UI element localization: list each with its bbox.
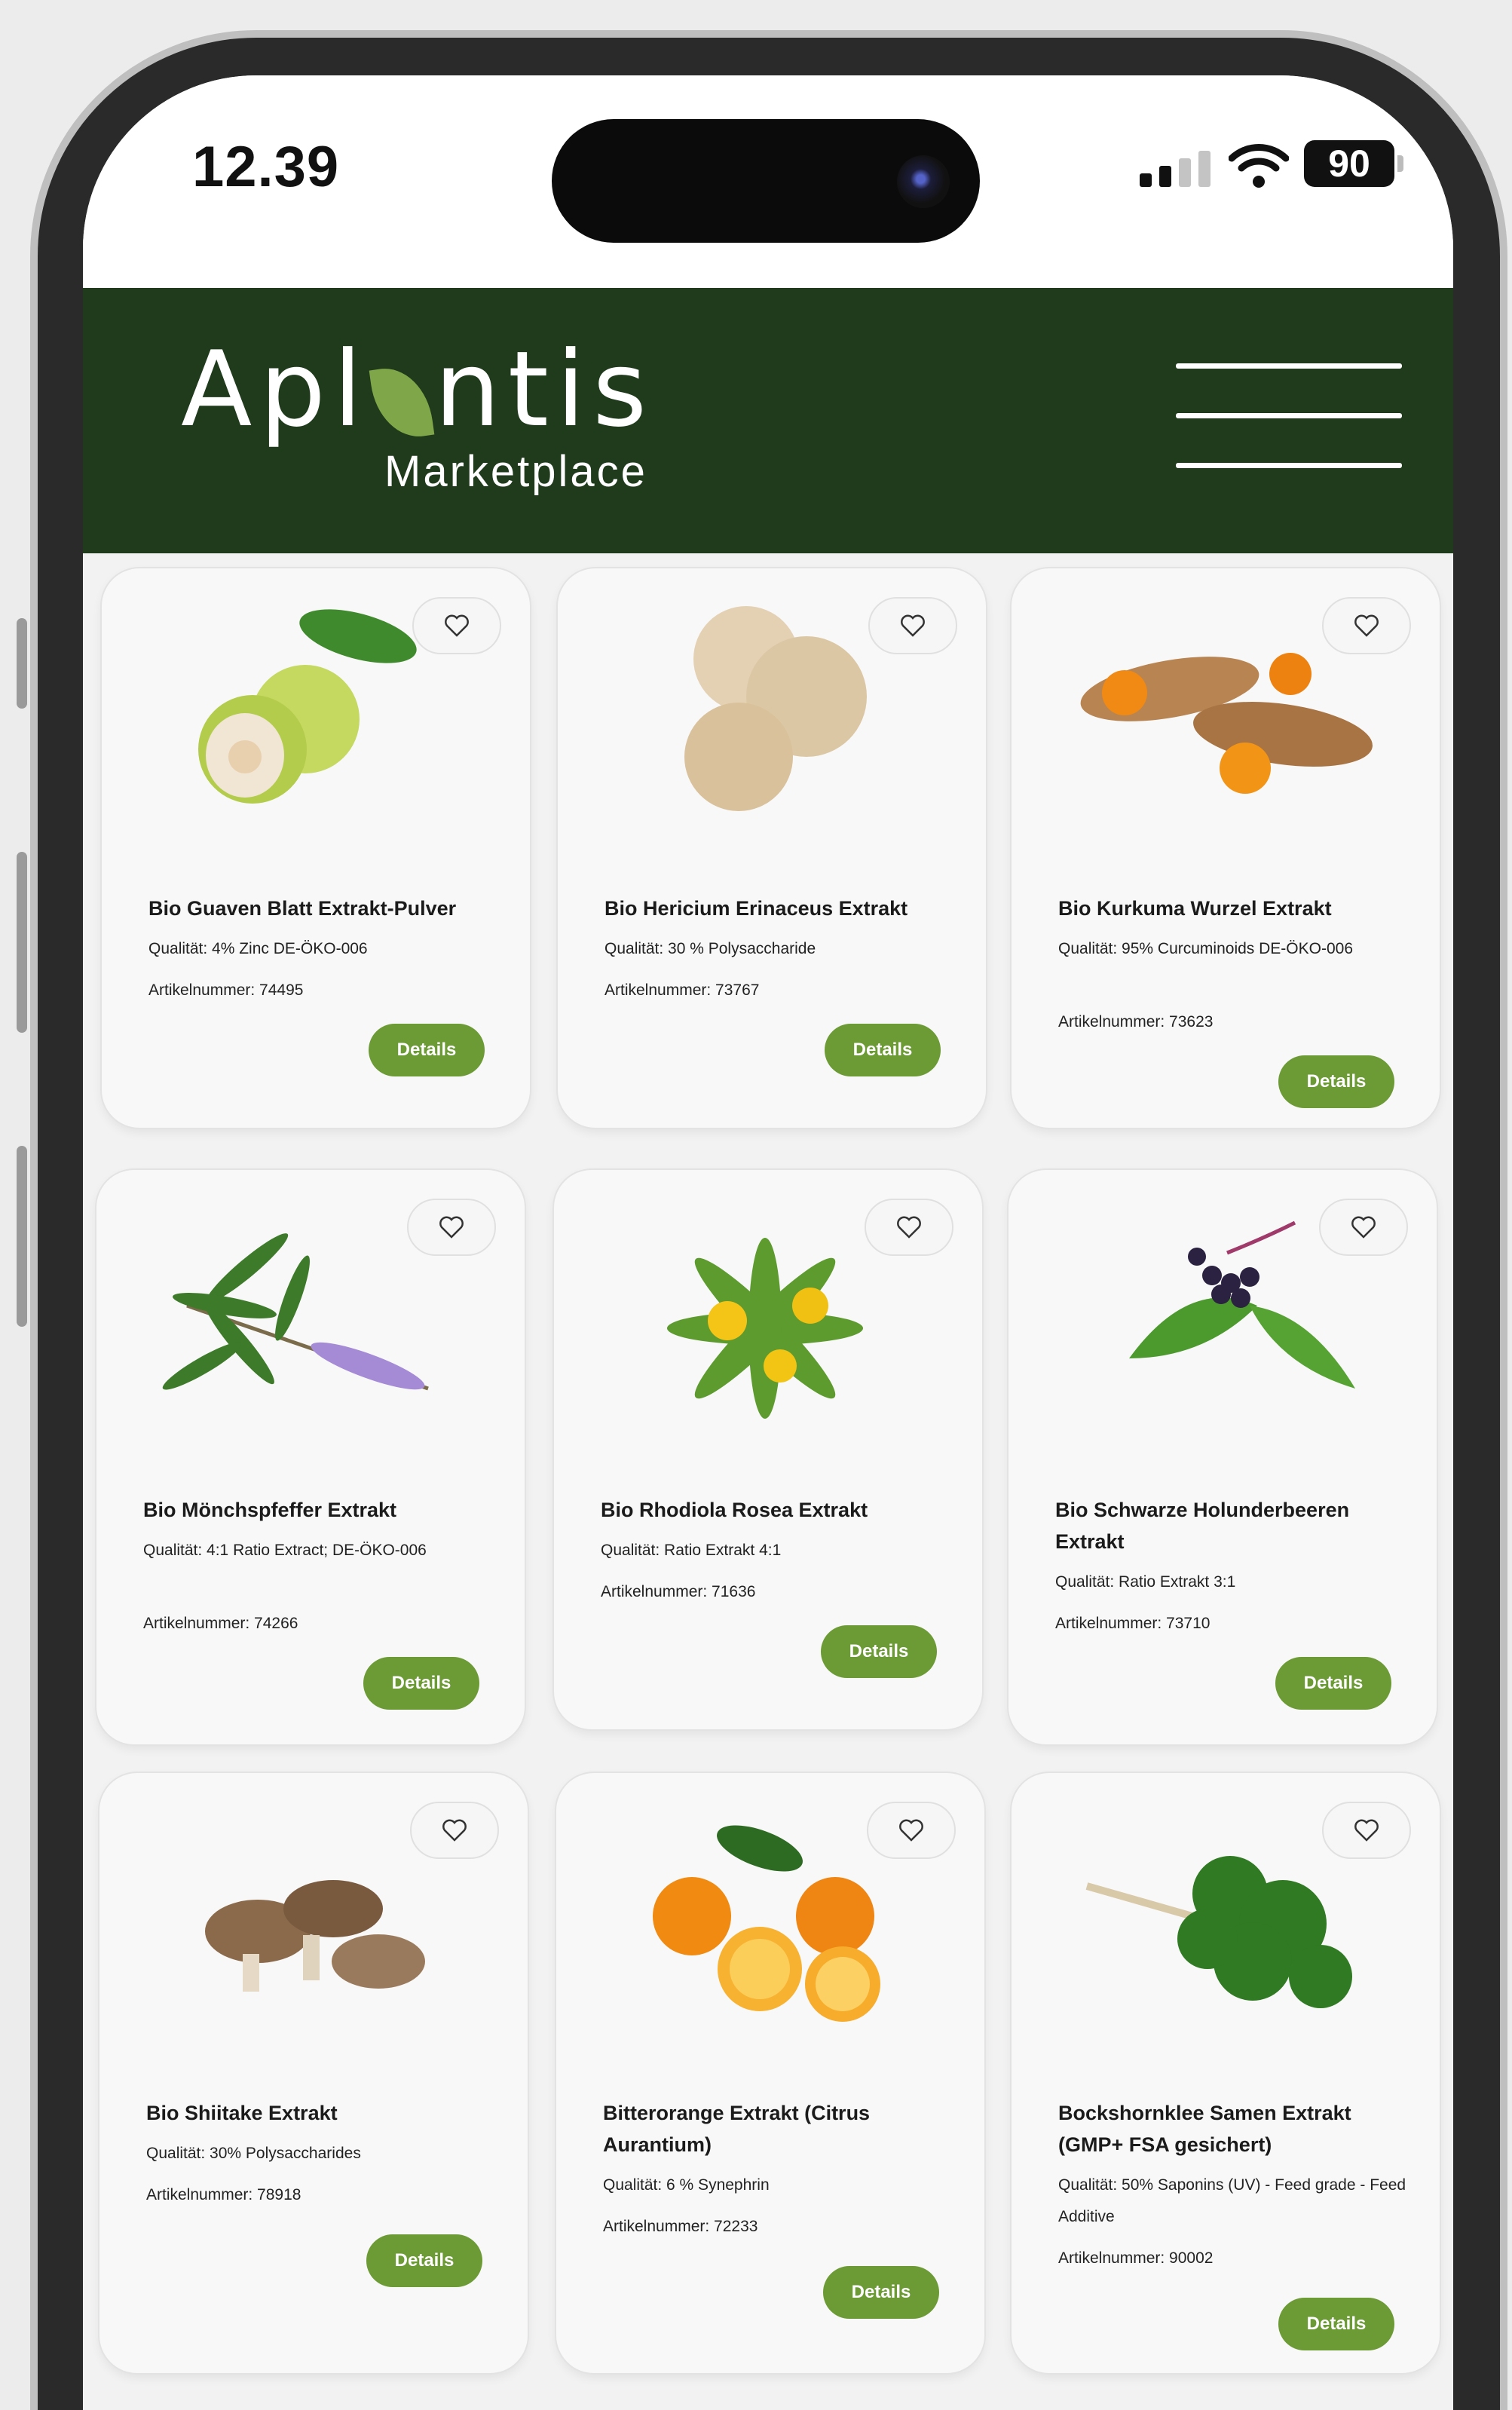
turmeric-image <box>1080 653 1373 794</box>
product-article-number: Artikelnummer: 73767 <box>604 981 760 999</box>
bitter-orange-image <box>653 1825 880 2022</box>
hericium-mushroom-image <box>684 606 867 811</box>
product-card[interactable]: Bio Shiitake Extrakt Qualität: 30% Polys… <box>99 1773 528 2373</box>
guava-image <box>198 609 417 804</box>
product-card[interactable]: Bio Mönchspfeffer Extrakt Qualität: 4:1 … <box>96 1170 525 1744</box>
product-name[interactable]: Bio Rhodiola Rosea Extrakt <box>601 1494 947 1526</box>
phone-side-button <box>17 618 27 709</box>
product-article-number: Artikelnummer: 73623 <box>1058 1013 1214 1030</box>
product-name[interactable]: Bio Schwarze Holunderbeeren Extrakt <box>1055 1494 1402 1557</box>
battery-indicator: 90 <box>1304 140 1394 187</box>
details-button[interactable]: Details <box>363 1657 479 1710</box>
product-quality: Qualität: 50% Saponins (UV) - Feed grade… <box>1058 2176 1406 2225</box>
leaf-icon <box>369 363 435 442</box>
status-bar: 12.39 90 <box>83 75 1453 288</box>
wifi-icon <box>1229 144 1289 188</box>
camera-icon <box>897 155 950 208</box>
menu-line-icon <box>1176 363 1402 369</box>
chaste-tree-image <box>162 1233 429 1391</box>
product-name[interactable]: Bio Mönchspfeffer Extrakt <box>143 1494 490 1526</box>
product-quality: Qualität: 30% Polysaccharides <box>146 2145 361 2162</box>
screen: 12.39 90 Apl ntis Marketplace Bio Guaven… <box>83 75 1453 2410</box>
site-header: Apl ntis Marketplace <box>83 288 1453 553</box>
product-card[interactable]: Bio Schwarze Holunderbeeren Extrakt Qual… <box>1009 1170 1437 1744</box>
details-button[interactable]: Details <box>1278 2298 1394 2350</box>
product-card[interactable]: Bio Hericium Erinaceus Extrakt Qualität:… <box>558 568 986 1128</box>
status-time: 12.39 <box>192 135 340 199</box>
product-quality: Qualität: 95% Curcuminoids DE-ÖKO-006 <box>1058 940 1353 957</box>
details-button[interactable]: Details <box>1275 1657 1391 1710</box>
logo-prefix: Apl <box>181 329 370 450</box>
details-button[interactable]: Details <box>825 1024 941 1076</box>
rhodiola-image <box>667 1238 863 1419</box>
menu-line-icon <box>1176 463 1402 468</box>
hamburger-menu-button[interactable] <box>1176 363 1402 476</box>
product-article-number: Artikelnummer: 71636 <box>601 1583 756 1600</box>
menu-line-icon <box>1176 413 1402 418</box>
details-button[interactable]: Details <box>366 2234 482 2287</box>
logo-subtitle: Marketplace <box>384 447 647 496</box>
product-name[interactable]: Bio Kurkuma Wurzel Extrakt <box>1058 893 1405 924</box>
fenugreek-image <box>1085 1856 1352 2008</box>
product-card[interactable]: Bitterorange Extrakt (Citrus Aurantium) … <box>556 1773 984 2373</box>
product-name[interactable]: Bio Hericium Erinaceus Extrakt <box>604 893 951 924</box>
product-name[interactable]: Bockshornklee Samen Extrakt (GMP+ FSA ge… <box>1058 2097 1405 2160</box>
elderberry-image <box>1129 1220 1355 1389</box>
product-card[interactable]: Bockshornklee Samen Extrakt (GMP+ FSA ge… <box>1012 1773 1440 2373</box>
logo-wordmark: Apl ntis <box>181 333 654 446</box>
product-article-number: Artikelnummer: 74495 <box>148 981 304 999</box>
shiitake-image <box>205 1880 425 1992</box>
details-button[interactable]: Details <box>823 2266 939 2319</box>
phone-volume-down-button <box>17 1146 27 1327</box>
product-article-number: Artikelnummer: 78918 <box>146 2186 301 2203</box>
product-article-number: Artikelnummer: 74266 <box>143 1615 298 1632</box>
product-article-number: Artikelnummer: 90002 <box>1058 2249 1214 2267</box>
product-name[interactable]: Bio Guaven Blatt Extrakt-Pulver <box>148 893 495 924</box>
logo-suffix: ntis <box>434 329 655 450</box>
aplantis-logo[interactable]: Apl ntis Marketplace <box>181 333 654 497</box>
product-quality: Qualität: 30 % Polysaccharide <box>604 940 816 957</box>
product-quality: Qualität: Ratio Extrakt 3:1 <box>1055 1573 1236 1591</box>
product-article-number: Artikelnummer: 73710 <box>1055 1615 1211 1632</box>
product-card[interactable]: Bio Kurkuma Wurzel Extrakt Qualität: 95%… <box>1012 568 1440 1128</box>
phone-volume-up-button <box>17 852 27 1033</box>
product-card[interactable]: Bio Rhodiola Rosea Extrakt Qualität: Rat… <box>554 1170 982 1729</box>
product-quality: Qualität: 6 % Synephrin <box>603 2176 770 2194</box>
details-button[interactable]: Details <box>1278 1055 1394 1108</box>
product-quality: Qualität: 4:1 Ratio Extract; DE-ÖKO-006 <box>143 1542 427 1559</box>
cellular-signal-icon <box>1140 151 1211 187</box>
product-article-number: Artikelnummer: 72233 <box>603 2218 758 2235</box>
product-card[interactable]: Bio Guaven Blatt Extrakt-Pulver Qualität… <box>102 568 530 1128</box>
dynamic-island <box>552 119 980 243</box>
product-quality: Qualität: Ratio Extrakt 4:1 <box>601 1542 782 1559</box>
details-button[interactable]: Details <box>821 1625 937 1678</box>
product-name[interactable]: Bitterorange Extrakt (Citrus Aurantium) <box>603 2097 950 2160</box>
product-quality: Qualität: 4% Zinc DE-ÖKO-006 <box>148 940 368 957</box>
product-name[interactable]: Bio Shiitake Extrakt <box>146 2097 493 2129</box>
battery-tip <box>1397 155 1403 172</box>
details-button[interactable]: Details <box>369 1024 485 1076</box>
